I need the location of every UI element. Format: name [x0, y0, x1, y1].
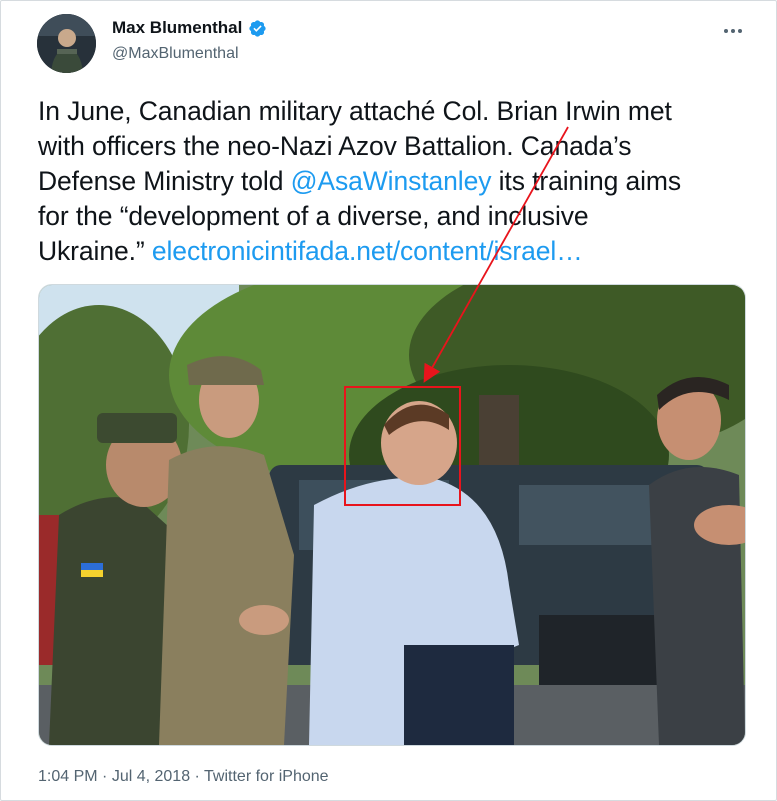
tweet-meta: 1:04 PM · Jul 4, 2018 · Twitter for iPho… [38, 768, 329, 786]
tweet-line-prefix: Defense Ministry told [38, 166, 291, 196]
tweet-card: Max Blumenthal @MaxBlumenthal In June, C… [0, 0, 777, 801]
tweet-line: for the “development of a diverse, and i… [38, 201, 589, 231]
verified-badge-icon [249, 19, 266, 37]
more-options-icon[interactable] [721, 19, 745, 43]
tweet-line: Ukraine.” electronicintifada.net/content… [38, 234, 758, 269]
tweet-line: with officers the neo-Nazi Azov Battalio… [38, 131, 632, 161]
author-handle[interactable]: @MaxBlumenthal [112, 45, 239, 63]
photo-image [39, 285, 745, 745]
tweet-line: Defense Ministry told @AsaWinstanley its… [38, 164, 758, 199]
tweet-client[interactable]: Twitter for iPhone [204, 768, 329, 785]
author-name-row[interactable]: Max Blumenthal [112, 18, 267, 38]
author-name[interactable]: Max Blumenthal [112, 18, 242, 38]
tweet-time[interactable]: 1:04 PM [38, 768, 98, 785]
tweet-line-prefix: Ukraine.” [38, 236, 145, 266]
meta-separator: · [97, 768, 112, 785]
tweet-text: In June, Canadian military attaché Col. … [38, 94, 758, 269]
mention-link[interactable]: @AsaWinstanley [291, 166, 492, 196]
more-horizontal-icon [724, 29, 742, 33]
tweet-line: In June, Canadian military attaché Col. … [38, 96, 672, 126]
tweet-photo[interactable] [38, 284, 746, 746]
meta-separator: · [190, 768, 205, 785]
author-avatar[interactable] [37, 14, 96, 73]
tweet-line-suffix: its training aims [498, 166, 682, 196]
tweet-date[interactable]: Jul 4, 2018 [112, 768, 190, 785]
article-link[interactable]: electronicintifada.net/content/israel… [152, 236, 583, 266]
avatar-image [37, 14, 96, 73]
